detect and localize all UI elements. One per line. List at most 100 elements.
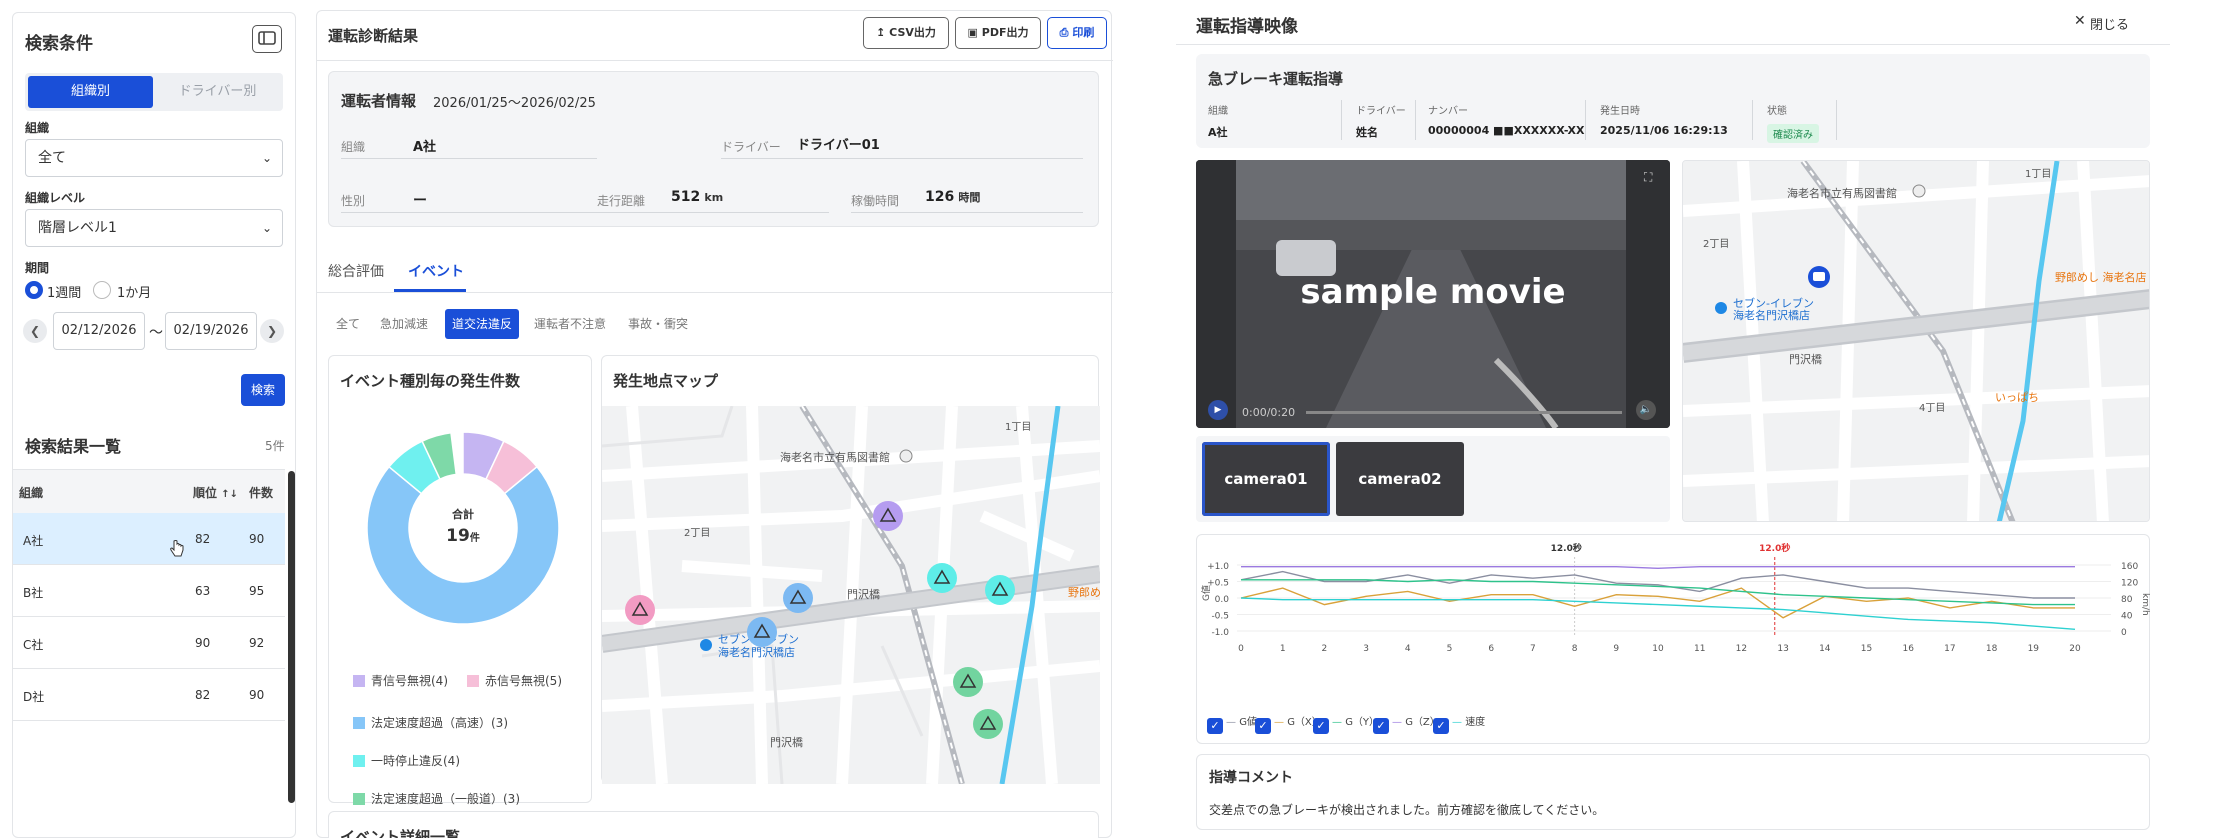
x-tick: 15 xyxy=(1861,644,1872,654)
radio-1month-label: 1か月 xyxy=(117,286,152,301)
legend-item: 法定速度超過（一般道）(3) xyxy=(353,790,520,807)
chip-inattention[interactable]: 運転者不注意 xyxy=(527,309,613,339)
view-segment-control: 組織別 ドライバー別 xyxy=(25,73,283,111)
legend-speed[interactable]: ✓ — 速度 xyxy=(1433,713,1485,734)
print-button[interactable]: ⎙ 印刷 xyxy=(1047,17,1107,49)
divider xyxy=(341,158,597,159)
sidebar-toggle-button[interactable] xyxy=(252,25,282,53)
gender-key: 性別 xyxy=(341,194,366,208)
col-org: 組織 xyxy=(19,486,44,500)
checkbox-checked-icon: ✓ xyxy=(1255,718,1271,734)
warning-marker[interactable] xyxy=(747,617,777,647)
legend-gz[interactable]: ✓ — G（Z） xyxy=(1373,713,1440,734)
comment-title: 指導コメント xyxy=(1209,770,1293,786)
y-left-tick: +1.0 xyxy=(1207,562,1229,572)
event-detail-card: イベント詳細一覧 xyxy=(328,811,1099,838)
warning-marker[interactable] xyxy=(985,575,1015,605)
col-status-key: 状態 xyxy=(1767,106,1787,117)
document-icon: ▣ xyxy=(967,26,978,39)
x-tick: 12 xyxy=(1736,644,1747,654)
legend-gy[interactable]: ✓ — G（Y） xyxy=(1313,713,1379,734)
close-icon[interactable]: ✕ xyxy=(2074,13,2086,29)
date-next-button[interactable]: ❯ xyxy=(260,319,284,343)
legend-g[interactable]: ✓ — G値 xyxy=(1207,713,1257,734)
gender-value: ー xyxy=(413,193,427,209)
comment-text: 交差点での急ブレーキが検出されました。前方確認を徹底してください。 xyxy=(1209,803,1605,817)
divider xyxy=(851,212,1083,213)
table-row[interactable]: D社 82 90 xyxy=(13,669,285,721)
svg-text:門沢橋: 門沢橋 xyxy=(770,735,803,749)
tab-events[interactable]: イベント xyxy=(408,261,464,281)
close-button[interactable]: 閉じる xyxy=(2090,14,2129,33)
donut-center-label: 合計 xyxy=(452,508,474,521)
segment-by-org[interactable]: 組織別 xyxy=(28,76,153,108)
date-from-input[interactable]: 02/12/2026 xyxy=(53,312,145,350)
distance-key: 走行距離 xyxy=(597,194,646,208)
col-org-key: 組織 xyxy=(1208,106,1228,117)
chip-accident[interactable]: 事故・衝突 xyxy=(621,309,695,339)
legend-gx[interactable]: ✓ — G（X） xyxy=(1255,713,1322,734)
vehicle-location-pin[interactable] xyxy=(1808,266,1830,288)
video-progress-bar[interactable] xyxy=(1306,411,1622,414)
x-tick: 13 xyxy=(1777,644,1788,654)
hand-cursor-icon xyxy=(170,540,184,557)
hours-value: 126 時間 xyxy=(925,189,981,205)
event-location-map[interactable]: 海老名市立有馬図書館 1丁目 2丁目 門沢橋 4丁目 野郎めし 海老名店 いっぱ… xyxy=(1682,160,2150,522)
radio-1week[interactable] xyxy=(25,281,43,299)
camera02-thumbnail[interactable]: camera02 xyxy=(1336,442,1464,516)
incident-map[interactable]: 海老名市立有馬図書館 1丁目 2丁目 門沢橋 野郎めし 門沢橋 セブン-イレブン… xyxy=(602,406,1100,784)
org-level-select[interactable]: 階層レベル1 ⌄ xyxy=(25,209,283,247)
csv-export-button[interactable]: ↥ CSV出力 xyxy=(863,17,949,49)
segment-by-driver[interactable]: ドライバー別 xyxy=(155,76,280,108)
svg-text:1丁目: 1丁目 xyxy=(1005,422,1031,433)
result-tabs: 総合評価 イベント xyxy=(317,247,1113,293)
results-scrollbar[interactable] xyxy=(288,471,295,803)
warning-marker[interactable] xyxy=(625,595,655,625)
divider xyxy=(1752,100,1753,140)
chip-all[interactable]: 全て xyxy=(329,309,367,339)
y-left-tick: 0.0 xyxy=(1215,595,1230,605)
pdf-export-button[interactable]: ▣ PDF出力 xyxy=(955,17,1041,49)
x-tick: 4 xyxy=(1405,644,1411,654)
chip-traffic-violation[interactable]: 道交法違反 xyxy=(445,309,520,339)
table-row[interactable]: C社 90 92 xyxy=(13,617,285,669)
checkbox-checked-icon: ✓ xyxy=(1313,718,1329,734)
volume-icon[interactable]: 🔈 xyxy=(1636,400,1656,420)
divider xyxy=(1415,100,1416,140)
table-row[interactable]: A社 82 90 xyxy=(13,513,285,565)
video-player[interactable]: sample movie ⛶ ▶ 0:00/0:20 🔈 xyxy=(1196,160,1670,428)
svg-text:2丁目: 2丁目 xyxy=(684,528,710,539)
play-icon[interactable]: ▶ xyxy=(1208,400,1228,420)
x-tick: 16 xyxy=(1902,644,1914,654)
date-to-input[interactable]: 02/19/2026 xyxy=(165,312,257,350)
warning-marker[interactable] xyxy=(783,583,813,613)
warning-marker[interactable] xyxy=(973,709,1003,739)
table-row[interactable]: B社 63 95 xyxy=(13,565,285,617)
search-button[interactable]: 検索 xyxy=(241,374,285,406)
chip-accel[interactable]: 急加減速 xyxy=(373,309,435,339)
col-datetime-value: 2025/11/06 16:29:13 xyxy=(1600,124,1728,137)
date-prev-button[interactable]: ❮ xyxy=(23,319,47,343)
col-rank[interactable]: 順位 ↑↓ xyxy=(193,484,238,501)
radio-1month[interactable] xyxy=(93,281,111,299)
map-label-library: 海老名市立有馬図書館 xyxy=(780,450,890,464)
y-right-tick: 80 xyxy=(2121,595,2133,605)
checkbox-checked-icon: ✓ xyxy=(1373,718,1389,734)
camera01-thumbnail[interactable]: camera01 xyxy=(1202,442,1330,516)
svg-text:2丁目: 2丁目 xyxy=(1703,239,1729,250)
warning-marker[interactable] xyxy=(953,667,983,697)
warning-marker[interactable] xyxy=(927,563,957,593)
tab-overall[interactable]: 総合評価 xyxy=(328,261,384,281)
warning-marker[interactable] xyxy=(873,501,903,531)
legend-label: 赤信号無視(5) xyxy=(485,674,562,688)
legend-swatch xyxy=(353,675,365,687)
donut-card-title: イベント種別毎の発生件数 xyxy=(340,372,521,390)
org-select[interactable]: 全て ⌄ xyxy=(25,139,283,177)
driver-key: ドライバー xyxy=(721,140,781,154)
hours-key: 稼働時間 xyxy=(851,194,900,208)
fullscreen-icon[interactable]: ⛶ xyxy=(1644,170,1652,185)
divider xyxy=(1176,44,2170,45)
x-tick: 1 xyxy=(1280,644,1286,654)
org-select-value: 全て xyxy=(38,150,66,166)
date-range-separator: 〜 xyxy=(149,325,163,341)
